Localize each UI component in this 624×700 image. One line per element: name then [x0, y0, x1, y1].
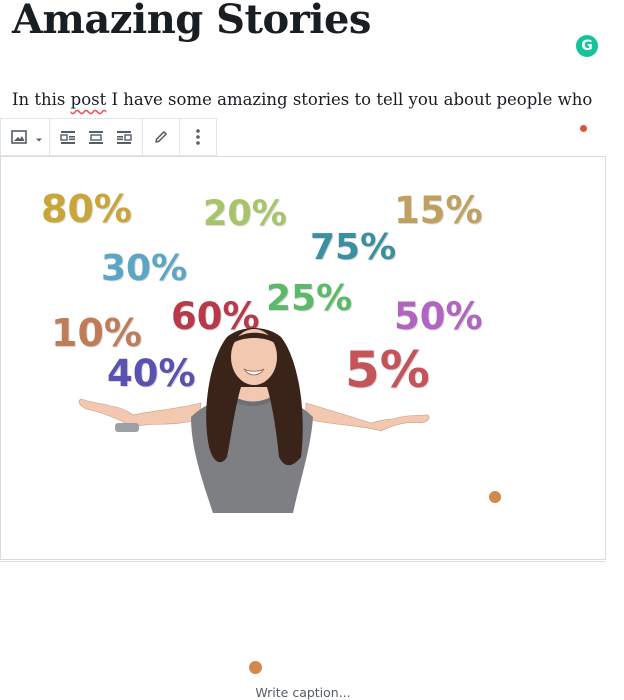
block-type-dropdown[interactable] — [33, 122, 45, 152]
image-block[interactable]: 80% 20% 15% 75% 30% 25% 60% 50% 10% 40% … — [0, 156, 606, 700]
block-type-group — [1, 119, 50, 155]
change-block-type-button[interactable] — [5, 122, 33, 152]
more-vertical-icon — [195, 128, 201, 146]
more-options-button[interactable] — [184, 122, 212, 152]
align-left-button[interactable] — [54, 122, 82, 152]
grammar-indicator-dot — [580, 125, 587, 132]
align-center-icon — [87, 128, 105, 146]
edit-image-button[interactable] — [147, 122, 175, 152]
resize-handle-bottom[interactable] — [248, 660, 263, 675]
align-right-button[interactable] — [110, 122, 138, 152]
align-center-button[interactable] — [82, 122, 110, 152]
post-paragraph[interactable]: In this post I have some amazing stories… — [12, 86, 602, 121]
block-bottom-border — [0, 561, 606, 562]
resize-handle-right[interactable] — [488, 490, 502, 504]
align-right-icon — [115, 128, 133, 146]
pencil-icon — [153, 129, 169, 145]
post-title[interactable]: Amazing Stories — [12, 0, 371, 43]
caption-input[interactable]: Write caption... — [1, 685, 605, 700]
more-options-group — [180, 119, 216, 155]
image-icon — [10, 128, 28, 146]
align-left-icon — [59, 128, 77, 146]
paragraph-text-start: In this — [12, 90, 71, 109]
woman-illustration — [78, 328, 430, 513]
edit-group — [143, 119, 180, 155]
chevron-down-icon — [35, 128, 43, 147]
selected-image[interactable]: 80% 20% 15% 75% 30% 25% 60% 50% 10% 40% … — [1, 157, 605, 513]
grammarly-icon[interactable]: G — [576, 35, 598, 57]
block-toolbar — [0, 118, 217, 156]
spelling-flagged-word[interactable]: post — [71, 90, 107, 109]
alignment-group — [50, 119, 143, 155]
